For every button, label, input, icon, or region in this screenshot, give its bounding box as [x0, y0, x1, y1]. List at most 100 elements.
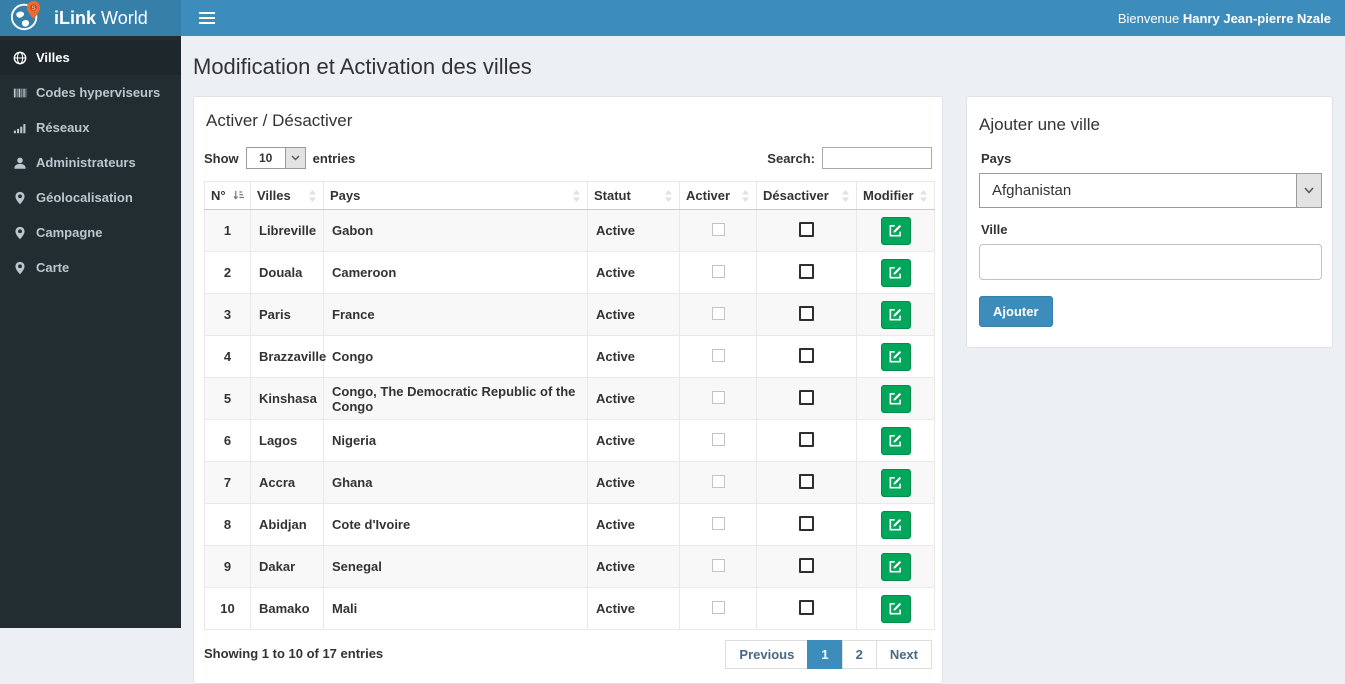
cell-pays: Congo, The Democratic Republic of the Co… [324, 378, 588, 420]
sidebar-item-label: Géolocalisation [36, 190, 133, 205]
desactiver-checkbox[interactable] [799, 516, 814, 531]
sort-icon [741, 190, 750, 202]
hamburger-icon [199, 12, 215, 24]
desactiver-checkbox[interactable] [799, 390, 814, 405]
desactiver-checkbox[interactable] [799, 432, 814, 447]
cell-num: 7 [205, 462, 251, 504]
sidebar-item-geolocalisation[interactable]: Géolocalisation [0, 180, 181, 215]
welcome-text: Bienvenue Hanry Jean-pierre Nzale [1118, 11, 1331, 26]
cell-statut: Active [588, 420, 680, 462]
sidebar-toggle-button[interactable] [195, 8, 219, 28]
column-header-modifier[interactable]: Modifier [857, 182, 935, 210]
table-row: 2 Douala Cameroon Active [205, 252, 935, 294]
desactiver-checkbox[interactable] [799, 264, 814, 279]
cell-num: 8 [205, 504, 251, 546]
edit-button[interactable] [881, 343, 911, 371]
navbar: Bienvenue Hanry Jean-pierre Nzale [181, 0, 1345, 36]
edit-button[interactable] [881, 385, 911, 413]
top-header: S iLink World Bienvenue Hanry Jean-pierr… [0, 0, 1345, 36]
cell-ville: Bamako [251, 588, 324, 630]
sidebar-item-label: Campagne [36, 225, 102, 240]
edit-button[interactable] [881, 217, 911, 245]
cell-statut: Active [588, 504, 680, 546]
page-2-button[interactable]: 2 [842, 640, 877, 669]
cell-statut: Active [588, 294, 680, 336]
column-header-pays[interactable]: Pays [324, 182, 588, 210]
desactiver-checkbox[interactable] [799, 474, 814, 489]
edit-pencil-icon [888, 265, 903, 280]
entries-length-select[interactable]: 10 [246, 147, 306, 169]
sidebar-item-campagne[interactable]: Campagne [0, 215, 181, 250]
pagination: Previous 1 2 Next [726, 640, 932, 669]
table-row: 10 Bamako Mali Active [205, 588, 935, 630]
search-input[interactable] [822, 147, 932, 169]
activer-checkbox [712, 349, 725, 362]
cell-statut: Active [588, 336, 680, 378]
edit-pencil-icon [888, 391, 903, 406]
entries-length-control: Show 10 entries [204, 147, 355, 169]
desactiver-checkbox[interactable] [799, 558, 814, 573]
pays-select[interactable]: Afghanistan [979, 173, 1322, 208]
sort-icon [308, 190, 317, 202]
column-header-num[interactable]: N° [205, 182, 251, 210]
sidebar-item-administrateurs[interactable]: Administrateurs [0, 145, 181, 180]
sidebar-item-villes[interactable]: Villes [0, 40, 181, 75]
desactiver-checkbox[interactable] [799, 348, 814, 363]
cell-pays: Gabon [324, 210, 588, 252]
edit-pencil-icon [888, 475, 903, 490]
edit-pencil-icon [888, 307, 903, 322]
pays-selected-value: Afghanistan [980, 174, 1296, 207]
cell-statut: Active [588, 588, 680, 630]
edit-button[interactable] [881, 595, 911, 623]
activer-checkbox [712, 517, 725, 530]
pays-label: Pays [981, 151, 1320, 166]
table-row: 9 Dakar Senegal Active [205, 546, 935, 588]
desactiver-checkbox[interactable] [799, 222, 814, 237]
cell-statut: Active [588, 378, 680, 420]
edit-button[interactable] [881, 427, 911, 455]
edit-button[interactable] [881, 301, 911, 329]
edit-button[interactable] [881, 259, 911, 287]
activer-checkbox [712, 601, 725, 614]
edit-button[interactable] [881, 511, 911, 539]
column-header-statut[interactable]: Statut [588, 182, 680, 210]
sidebar-item-carte[interactable]: Carte [0, 250, 181, 285]
sidebar-item-reseaux[interactable]: Réseaux [0, 110, 181, 145]
cities-table: N° Villes Pays Statut Activer Désactiver… [204, 181, 935, 630]
edit-button[interactable] [881, 469, 911, 497]
activer-checkbox [712, 391, 725, 404]
brand[interactable]: S iLink World [0, 0, 181, 36]
ajouter-button[interactable]: Ajouter [979, 296, 1053, 327]
column-header-desactiver[interactable]: Désactiver [757, 182, 857, 210]
cell-ville: Douala [251, 252, 324, 294]
desactiver-checkbox[interactable] [799, 306, 814, 321]
sidebar-item-label: Carte [36, 260, 69, 275]
column-header-villes[interactable]: Villes [251, 182, 324, 210]
previous-page-button[interactable]: Previous [725, 640, 808, 669]
edit-pencil-icon [888, 517, 903, 532]
sidebar-item-codes-hyperviseurs[interactable]: Codes hyperviseurs [0, 75, 181, 110]
cities-panel: Activer / Désactiver Show 10 entries Sea… [193, 96, 943, 684]
table-info: Showing 1 to 10 of 17 entries [204, 640, 383, 661]
cell-ville: Brazzaville [251, 336, 324, 378]
cell-statut: Active [588, 462, 680, 504]
cell-statut: Active [588, 252, 680, 294]
table-body: 1 Libreville Gabon Active 2 Douala Camer… [205, 210, 935, 630]
activer-checkbox [712, 559, 725, 572]
barcode-icon [13, 86, 27, 100]
cell-ville: Kinshasa [251, 378, 324, 420]
desactiver-checkbox[interactable] [799, 600, 814, 615]
show-label: Show [204, 151, 239, 166]
cell-pays: Cote d'Ivoire [324, 504, 588, 546]
edit-pencil-icon [888, 559, 903, 574]
map-marker-icon [13, 191, 27, 205]
next-page-button[interactable]: Next [876, 640, 932, 669]
cell-pays: Nigeria [324, 420, 588, 462]
column-header-activer[interactable]: Activer [680, 182, 757, 210]
ville-input[interactable] [979, 244, 1322, 280]
globe-pin-logo-icon: S [10, 0, 42, 37]
activer-checkbox [712, 433, 725, 446]
edit-button[interactable] [881, 553, 911, 581]
cell-pays: Ghana [324, 462, 588, 504]
page-1-button[interactable]: 1 [807, 640, 842, 669]
